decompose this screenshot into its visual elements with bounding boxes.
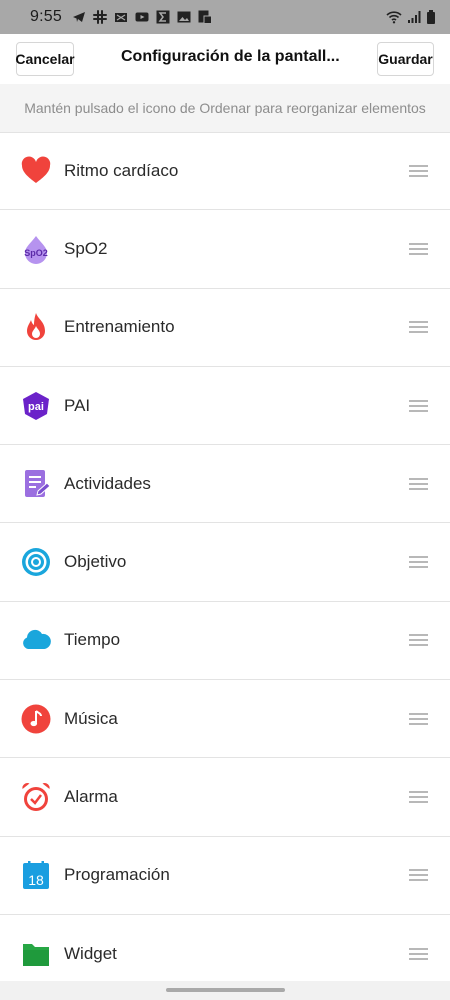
- system-icons: [386, 10, 436, 24]
- drag-handle-icon[interactable]: [409, 947, 428, 960]
- list-item-ritmo-cardiaco[interactable]: Ritmo cardíaco: [0, 132, 450, 211]
- drag-handle-icon[interactable]: [409, 556, 428, 569]
- nfc-icon: [198, 10, 212, 24]
- drag-handle-icon[interactable]: [409, 477, 428, 490]
- drag-handle-icon[interactable]: [409, 791, 428, 804]
- display-items-list: Ritmo cardíaco SpO2 SpO2 Entrenamiento p…: [0, 132, 450, 994]
- spo2-icon: SpO2: [21, 234, 51, 264]
- list-item-actividades[interactable]: Actividades: [0, 445, 450, 524]
- reorder-hint: Mantén pulsado el icono de Ordenar para …: [0, 84, 450, 132]
- list-item-label: Alarma: [64, 787, 118, 807]
- save-button[interactable]: Guardar: [377, 42, 434, 76]
- drag-handle-icon[interactable]: [409, 869, 428, 882]
- list-item-entrenamiento[interactable]: Entrenamiento: [0, 288, 450, 367]
- list-item-musica[interactable]: Música: [0, 680, 450, 759]
- drag-handle-icon[interactable]: [409, 242, 428, 255]
- calendar-icon: 18: [21, 860, 51, 890]
- list-item-label: Entrenamiento: [64, 317, 175, 337]
- mail-blocked-icon: [114, 13, 127, 22]
- target-icon: [21, 547, 51, 577]
- list-item-label: PAI: [64, 395, 91, 415]
- wifi-icon: [386, 11, 402, 24]
- list-item-objetivo[interactable]: Objetivo: [0, 523, 450, 602]
- notification-icons: [72, 10, 212, 24]
- status-time: 9:55: [30, 8, 62, 25]
- drag-handle-icon[interactable]: [409, 399, 428, 412]
- drag-handle-icon[interactable]: [409, 712, 428, 725]
- image-icon: [177, 11, 191, 23]
- drag-handle-icon[interactable]: [409, 165, 428, 178]
- pai-icon-text: pai: [28, 401, 44, 413]
- list-item-pai[interactable]: pai PAI: [0, 366, 450, 446]
- cloud-icon: [21, 625, 51, 655]
- sigma-icon: [156, 10, 170, 24]
- youtube-icon: [135, 12, 149, 22]
- music-note-icon: [21, 704, 51, 734]
- list-item-label: Objetivo: [64, 552, 127, 572]
- page-title: Configuración de la pantall...: [121, 48, 340, 65]
- folder-icon: [21, 939, 51, 969]
- list-item-label: Actividades: [64, 473, 151, 493]
- telegram-icon: [72, 12, 85, 22]
- drag-handle-icon[interactable]: [409, 634, 428, 647]
- status-bar: 9:55: [0, 0, 450, 34]
- list-item-tiempo[interactable]: Tiempo: [0, 601, 450, 681]
- cancel-button[interactable]: Cancelar: [15, 42, 75, 76]
- home-gesture-handle[interactable]: [166, 988, 285, 992]
- list-item-label: Tiempo: [64, 630, 121, 650]
- list-item-spo2[interactable]: SpO2 SpO2: [0, 210, 450, 289]
- signal-icon: [408, 11, 421, 23]
- activity-document-icon: [21, 469, 51, 499]
- list-item-label: Widget: [64, 943, 117, 963]
- list-item-programacion[interactable]: 18 Programación: [0, 836, 450, 915]
- spo2-icon-text: SpO2: [24, 248, 48, 258]
- battery-icon: [427, 10, 435, 24]
- calendar-icon-text: 18: [28, 872, 44, 888]
- navigation-bar: [0, 981, 450, 1000]
- list-item-label: SpO2: [64, 238, 108, 258]
- list-item-label: Ritmo cardíaco: [64, 161, 179, 181]
- list-item-label: Programación: [64, 865, 170, 885]
- pai-icon: pai: [21, 391, 51, 421]
- header-bar: Cancelar Configuración de la pantall... …: [0, 34, 450, 84]
- drag-handle-icon[interactable]: [409, 321, 428, 334]
- list-item-alarma[interactable]: Alarma: [0, 758, 450, 837]
- heart-icon: [21, 156, 51, 186]
- flame-icon: [21, 312, 51, 342]
- alarm-clock-icon: [21, 782, 51, 812]
- list-item-label: Música: [64, 708, 118, 728]
- slack-icon: [92, 10, 107, 24]
